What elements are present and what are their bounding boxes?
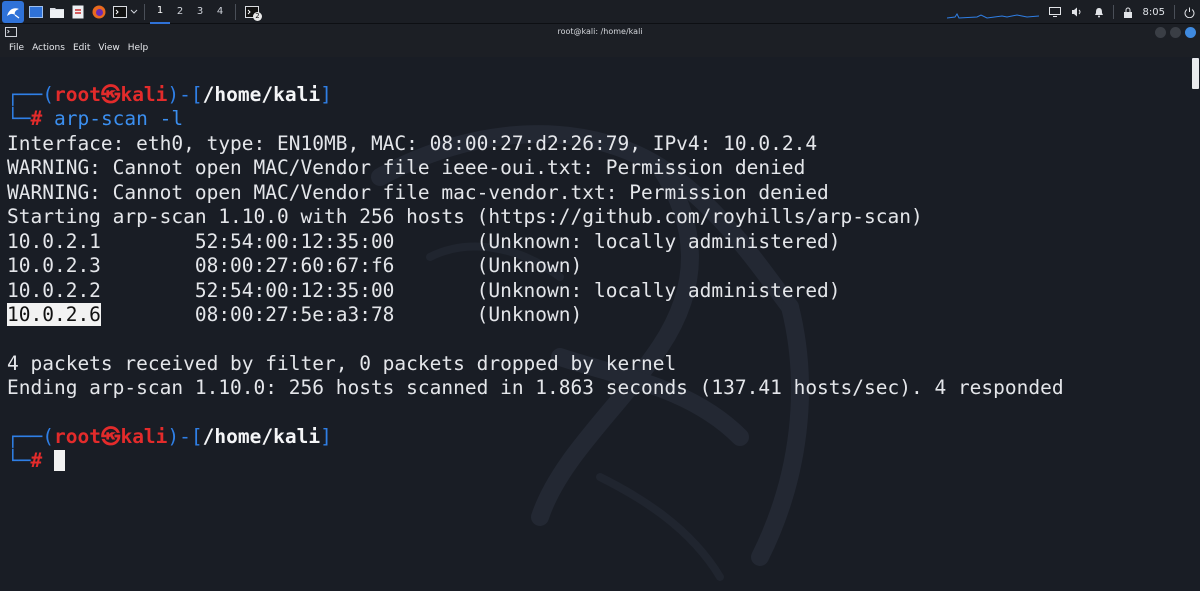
prompt-corner: ┌──(	[7, 83, 54, 106]
highlighted-ip[interactable]: 10.0.2.6	[7, 303, 101, 326]
command-line-2[interactable]: └─#	[7, 449, 65, 473]
prompt-user: root	[53, 83, 101, 106]
text-editor-icon[interactable]	[68, 0, 87, 24]
clock[interactable]: 8:05	[1139, 7, 1171, 18]
prompt-hash: #	[30, 107, 43, 130]
scan-result-row: 10.0.2.6 08:00:27:5e:a3:78 (Unknown)	[7, 303, 582, 327]
prompt-host: kali	[120, 83, 168, 106]
output-line: WARNING: Cannot open MAC/Vendor file iee…	[7, 156, 806, 179]
terminal-task-icon[interactable]: 2	[241, 0, 263, 24]
workspace-2[interactable]: 2	[170, 0, 190, 24]
menu-file[interactable]: File	[5, 40, 28, 57]
panel-separator	[144, 3, 145, 20]
terminal-icon[interactable]	[110, 0, 129, 24]
prompt-at-symbol: ㉿	[100, 83, 121, 106]
command-line-1: └─# arp-scan -l	[7, 107, 183, 131]
workspace-4[interactable]: 4	[210, 0, 230, 24]
lock-icon[interactable]	[1117, 0, 1139, 24]
prompt-line-2: ┌──(root㉿kali)-[/home/kali]	[7, 425, 332, 449]
prompt-corner-bottom: └─	[7, 449, 31, 472]
prompt-bracket-close: ]	[320, 83, 332, 106]
output-line: Ending arp-scan 1.10.0: 256 hosts scanne…	[7, 376, 1064, 399]
menubar: File Actions Edit View Help	[0, 40, 1200, 57]
prompt-path: /home/kali	[202, 425, 321, 448]
top-panel: 1 2 3 4 2 8:05	[0, 0, 1200, 24]
menu-view[interactable]: View	[94, 40, 123, 57]
network-monitor-graph	[947, 13, 1039, 19]
firefox-icon[interactable]	[89, 0, 108, 24]
menu-edit[interactable]: Edit	[69, 40, 94, 57]
prompt-bracket: )-[	[167, 83, 203, 106]
prompt-host: kali	[120, 425, 168, 448]
prompt-line-1: ┌──(root㉿kali)-[/home/kali]	[7, 83, 332, 107]
chevron-down-icon[interactable]	[129, 0, 139, 24]
volume-icon[interactable]	[1066, 0, 1088, 24]
tray-separator	[1112, 5, 1114, 19]
menu-actions[interactable]: Actions	[28, 40, 69, 57]
prompt-at-symbol: ㉿	[100, 425, 121, 448]
tray-separator	[1174, 5, 1175, 19]
scrollbar-thumb[interactable]	[1192, 58, 1199, 89]
workspace-1[interactable]: 1	[150, 0, 170, 24]
output-line: 4 packets received by filter, 0 packets …	[7, 352, 677, 375]
prompt-bracket-close: ]	[320, 425, 332, 448]
prompt-corner-bottom: └─	[7, 107, 31, 130]
scan-result-row: 10.0.2.1 52:54:00:12:35:00 (Unknown: loc…	[7, 230, 841, 253]
scan-result-rest: 08:00:27:5e:a3:78 (Unknown)	[100, 303, 583, 326]
menu-help[interactable]: Help	[124, 40, 153, 57]
scan-result-row: 10.0.2.3 08:00:27:60:67:f6 (Unknown)	[7, 254, 583, 277]
typed-command: arp-scan -l	[53, 107, 184, 130]
window-title: root@kali: /home/kali	[557, 27, 643, 36]
prompt-bracket: )-[	[167, 425, 203, 448]
show-desktop-icon[interactable]	[26, 0, 45, 24]
notification-bell-icon[interactable]	[1088, 0, 1110, 24]
prompt-path: /home/kali	[202, 83, 321, 106]
file-manager-icon[interactable]	[47, 0, 66, 24]
panel-separator	[235, 3, 236, 20]
kali-menu-icon[interactable]	[2, 0, 24, 23]
output-line: WARNING: Cannot open MAC/Vendor file mac…	[7, 181, 829, 204]
workspace-3[interactable]: 3	[190, 0, 210, 24]
prompt-corner: ┌──(	[7, 425, 54, 448]
minimize-button[interactable]	[1155, 27, 1166, 38]
output-line: Interface: eth0, type: EN10MB, MAC: 08:0…	[7, 132, 818, 155]
scrollbar[interactable]	[1191, 57, 1200, 591]
prompt-user: root	[53, 425, 101, 448]
output-line: Starting arp-scan 1.10.0 with 256 hosts …	[7, 205, 923, 228]
close-button[interactable]	[1185, 27, 1196, 38]
power-icon[interactable]	[1178, 0, 1200, 24]
window-titlebar[interactable]: root@kali: /home/kali	[0, 24, 1200, 40]
maximize-button[interactable]	[1170, 27, 1181, 38]
prompt-hash: #	[30, 449, 43, 472]
text-cursor	[53, 450, 65, 471]
scan-result-row: 10.0.2.2 52:54:00:12:35:00 (Unknown: loc…	[7, 279, 841, 302]
display-icon[interactable]	[1044, 0, 1066, 24]
terminal-area[interactable]: ┌──(root㉿kali)-[/home/kali] └─# arp-scan…	[0, 57, 1200, 591]
task-count-badge: 2	[253, 11, 262, 21]
